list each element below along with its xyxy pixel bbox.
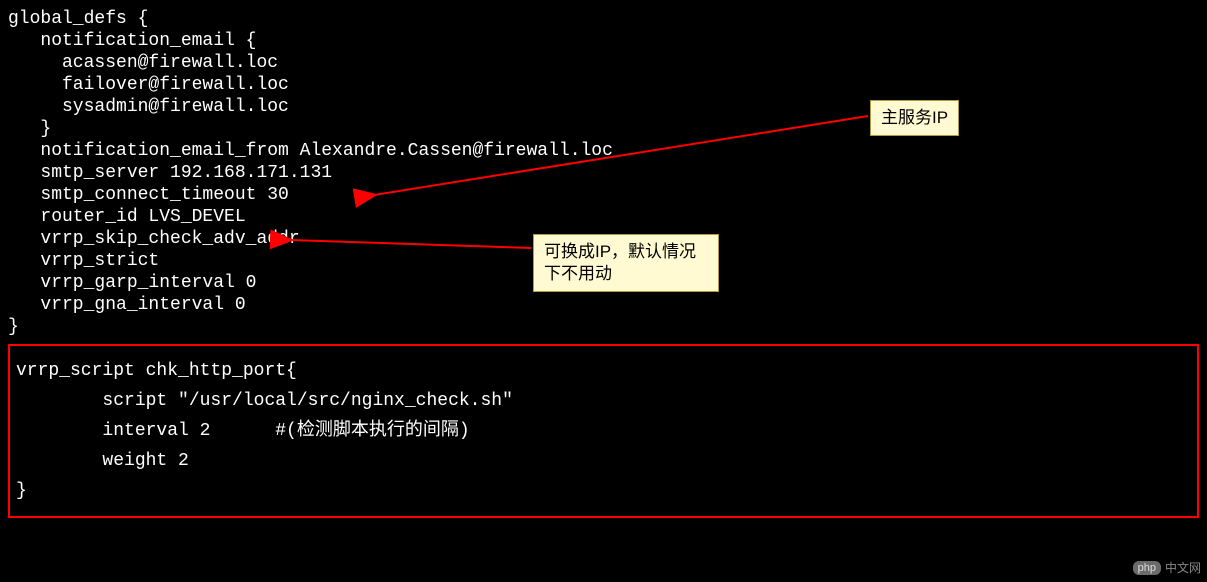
watermark-text: 中文网 [1165, 559, 1201, 576]
annotation-router-id: 可换成IP，默认情况下不用动 [533, 234, 719, 292]
annotation-text: 主服务IP [881, 108, 948, 127]
code-line: vrrp_script chk_http_port{ [16, 356, 1191, 386]
code-line: sysadmin@firewall.loc [8, 96, 1207, 118]
code-line: acassen@firewall.loc [8, 52, 1207, 74]
code-line: failover@firewall.loc [8, 74, 1207, 96]
code-line: smtp_server 192.168.171.131 [8, 162, 1207, 184]
code-line: } [16, 476, 1191, 506]
watermark-chip: php [1133, 561, 1161, 575]
watermark: php 中文网 [1133, 559, 1201, 576]
code-line: notification_email { [8, 30, 1207, 52]
annotation-text: 可换成IP，默认情况下不用动 [544, 242, 696, 283]
code-line: router_id LVS_DEVEL [8, 206, 1207, 228]
code-line: notification_email_from Alexandre.Cassen… [8, 140, 1207, 162]
code-line: smtp_connect_timeout 30 [8, 184, 1207, 206]
code-line: vrrp_gna_interval 0 [8, 294, 1207, 316]
code-line: weight 2 [16, 446, 1191, 476]
code-line: global_defs { [8, 8, 1207, 30]
annotation-main-service-ip: 主服务IP [870, 100, 959, 136]
vrrp-script-block: vrrp_script chk_http_port{ script "/usr/… [8, 344, 1199, 518]
code-line: interval 2 #(检测脚本执行的间隔) [16, 416, 1191, 446]
code-line: } [8, 118, 1207, 140]
code-line: script "/usr/local/src/nginx_check.sh" [16, 386, 1191, 416]
code-line: } [8, 316, 1207, 338]
